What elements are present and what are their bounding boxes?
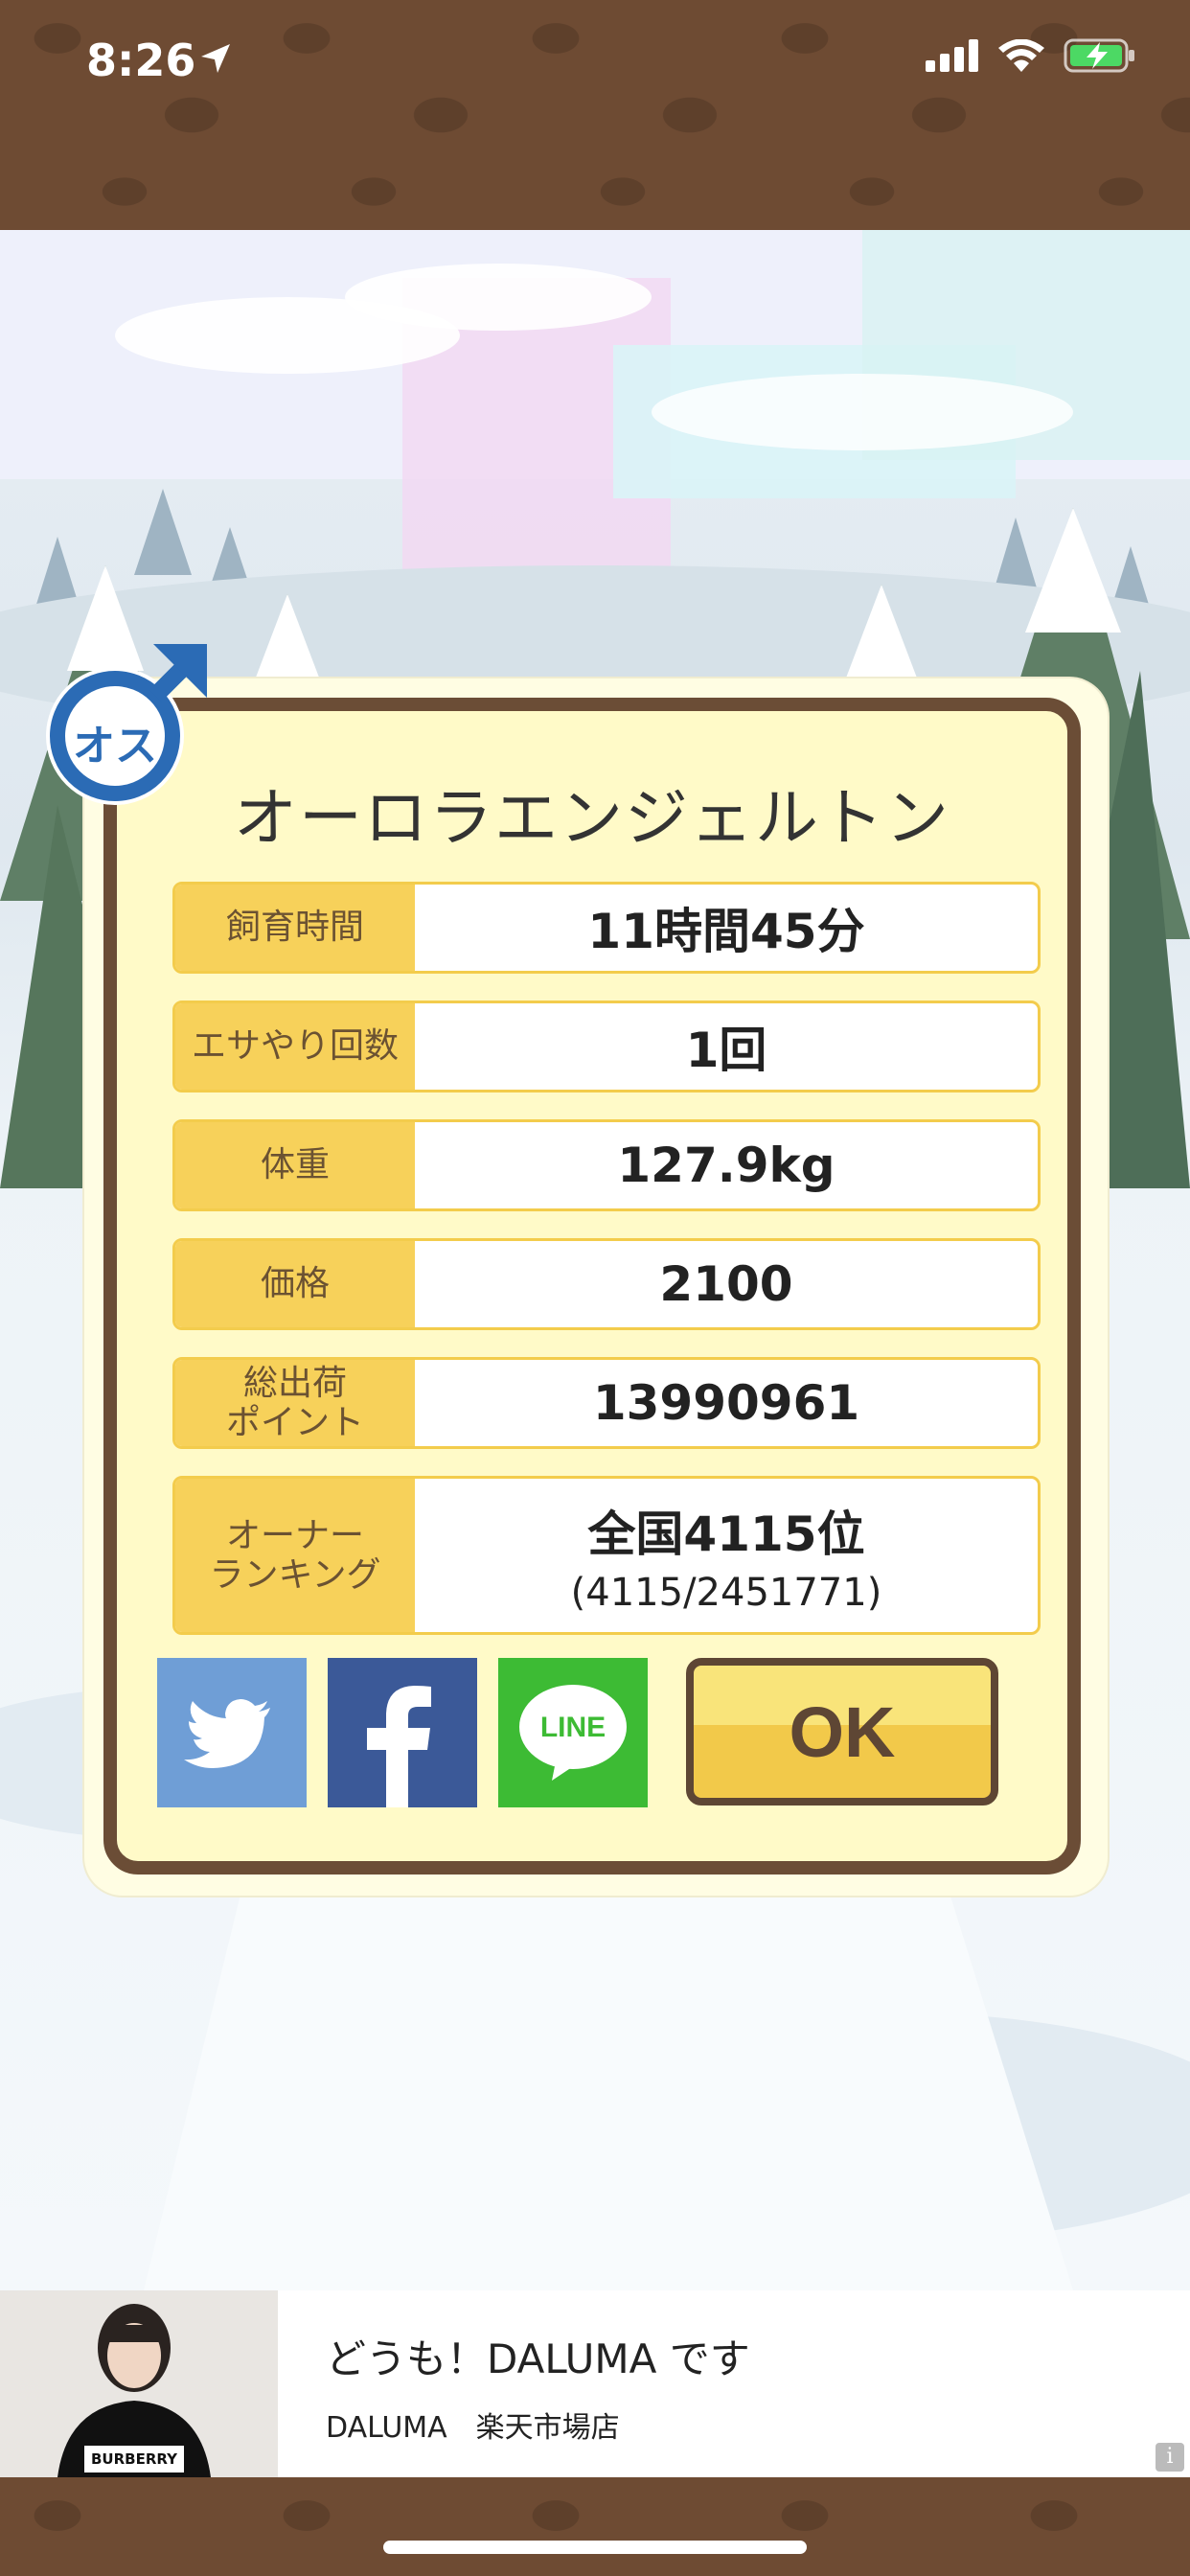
info-row-owner-ranking: オーナー ランキング 全国4115位 (4115/2451771) xyxy=(172,1476,1041,1635)
info-row-price: 価格 2100 xyxy=(172,1238,1041,1330)
ad-banner[interactable]: BURBERRY どうも！DALUMA です DALUMA 楽天市場店 i xyxy=(0,2290,1190,2477)
info-row-value: 2100 xyxy=(415,1241,1038,1327)
twitter-share-button[interactable] xyxy=(157,1658,307,1807)
info-row-value: 13990961 xyxy=(415,1360,1038,1446)
ad-info-icon[interactable]: i xyxy=(1156,2443,1184,2472)
pig-name-title: オーロラエンジェルトン xyxy=(234,781,950,855)
value-text: 13990961 xyxy=(592,1375,860,1431)
home-indicator[interactable] xyxy=(383,2541,807,2554)
info-row-label: 価格 xyxy=(175,1241,415,1327)
info-row-label: エサやり回数 xyxy=(175,1003,415,1090)
status-bar: 8:26 xyxy=(0,0,1190,230)
info-row-value: 全国4115位 (4115/2451771) xyxy=(415,1479,1038,1632)
ad-model-photo xyxy=(0,2290,278,2477)
facebook-share-button[interactable] xyxy=(328,1658,477,1807)
info-row-value: 11時間45分 xyxy=(415,885,1038,971)
ranking-detail: (4115/2451771) xyxy=(570,1571,882,1615)
line-share-button[interactable]: LINE xyxy=(498,1658,648,1807)
value-text: 127.9kg xyxy=(617,1138,835,1193)
info-row-value: 127.9kg xyxy=(415,1122,1038,1208)
ad-photo: BURBERRY xyxy=(0,2290,278,2477)
result-dialog: オーロラエンジェルトン 飼育時間 11時間45分 エサやり回数 1回 体重 12… xyxy=(103,698,1081,1874)
info-row-feeding-time: 飼育時間 11時間45分 xyxy=(172,882,1041,974)
location-arrow-icon xyxy=(201,44,230,73)
battery-charging-icon xyxy=(1064,38,1134,73)
ad-subtitle: DALUMA 楽天市場店 xyxy=(326,2411,620,2445)
info-row-weight: 体重 127.9kg xyxy=(172,1119,1041,1211)
signal-icon xyxy=(926,39,978,72)
wifi-icon xyxy=(998,39,1044,72)
status-icons xyxy=(926,38,1136,73)
value-text: 11時間45分 xyxy=(587,904,865,959)
info-row-label: オーナー ランキング xyxy=(175,1479,415,1632)
male-badge: オス xyxy=(38,640,211,813)
ad-photo-shirt-text: BURBERRY xyxy=(91,2450,177,2468)
male-badge-text: オス xyxy=(73,722,157,770)
info-row-label: 体重 xyxy=(175,1122,415,1208)
ad-title: どうも！DALUMA です xyxy=(326,2335,750,2382)
info-row-label: 総出荷 ポイント xyxy=(175,1360,415,1446)
status-time: 8:26 xyxy=(86,34,196,86)
ranking-text: 全国4115位 xyxy=(587,1506,865,1562)
bottom-bar xyxy=(0,2477,1190,2576)
line-label: LINE xyxy=(539,1712,606,1743)
info-row-value: 1回 xyxy=(415,1003,1038,1090)
info-row-shipping-points: 総出荷 ポイント 13990961 xyxy=(172,1357,1041,1449)
info-row-feed-count: エサやり回数 1回 xyxy=(172,1000,1041,1092)
ok-label: OK xyxy=(789,1691,896,1772)
facebook-f-icon xyxy=(367,1686,431,1807)
twitter-bird-icon xyxy=(184,1699,270,1768)
ok-button[interactable]: OK xyxy=(686,1658,998,1806)
value-text: 1回 xyxy=(685,1023,767,1078)
info-row-label: 飼育時間 xyxy=(175,885,415,971)
value-text: 2100 xyxy=(659,1256,793,1312)
